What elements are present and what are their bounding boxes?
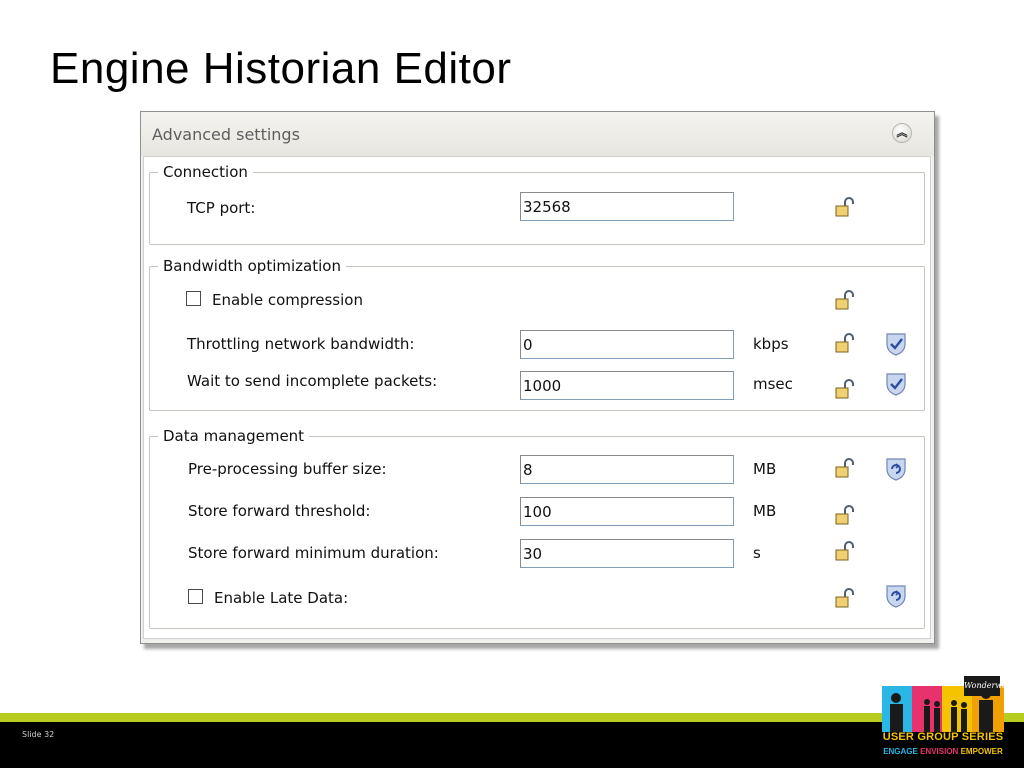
logo-empower: EMPOWER bbox=[960, 747, 1003, 756]
logo-envision: ENVISION bbox=[920, 747, 959, 756]
wait-input[interactable]: 1000 bbox=[520, 371, 734, 400]
preproc-buffer-label: Pre-processing buffer size: bbox=[188, 460, 387, 478]
footer-bar bbox=[0, 722, 1024, 768]
sf-min-duration-unit: s bbox=[753, 544, 761, 562]
slide-number: Slide 32 bbox=[22, 730, 55, 739]
tcp-port-label: TCP port: bbox=[187, 199, 256, 217]
wonderware-logo-script: Wonderware bbox=[964, 676, 1016, 696]
settings-body: Connection TCP port: 32568 Bandwidth opt… bbox=[143, 156, 931, 639]
preproc-buffer-unit: MB bbox=[753, 460, 777, 478]
shield-refresh-icon[interactable] bbox=[884, 583, 908, 609]
throttling-label: Throttling network bandwidth: bbox=[187, 335, 415, 353]
sf-threshold-input[interactable]: 100 bbox=[520, 497, 734, 526]
unlock-icon[interactable] bbox=[834, 379, 858, 401]
connection-legend: Connection bbox=[163, 163, 248, 181]
logo-title: USER GROUP SERIES bbox=[882, 731, 1004, 743]
advanced-settings-panel: Advanced settings ︽ Connection TCP port:… bbox=[140, 111, 935, 644]
unlock-icon[interactable] bbox=[834, 290, 858, 312]
logo-tagline: ENGAGE ENVISION EMPOWER bbox=[882, 747, 1004, 759]
sf-min-duration-input[interactable]: 30 bbox=[520, 539, 734, 568]
preproc-buffer-input[interactable]: 8 bbox=[520, 455, 734, 484]
enable-late-data-label: Enable Late Data: bbox=[214, 589, 349, 607]
shield-refresh-icon[interactable] bbox=[884, 456, 908, 482]
enable-compression-checkbox[interactable] bbox=[186, 291, 201, 306]
unlock-icon[interactable] bbox=[834, 541, 858, 563]
tcp-port-input[interactable]: 32568 bbox=[520, 192, 734, 221]
footer-accent-line bbox=[0, 713, 1024, 722]
shield-check-icon[interactable] bbox=[884, 331, 908, 357]
wait-unit: msec bbox=[753, 375, 793, 393]
panel-header[interactable]: Advanced settings ︽ bbox=[141, 112, 934, 156]
unlock-icon[interactable] bbox=[834, 458, 858, 480]
slide-title: Engine Historian Editor bbox=[50, 44, 512, 93]
sf-threshold-unit: MB bbox=[753, 502, 777, 520]
unlock-icon[interactable] bbox=[834, 505, 858, 527]
logo-engage: ENGAGE bbox=[883, 747, 918, 756]
sf-min-duration-label: Store forward minimum duration: bbox=[188, 544, 439, 562]
enable-late-data-checkbox[interactable] bbox=[188, 589, 203, 604]
sf-threshold-label: Store forward threshold: bbox=[188, 502, 371, 520]
wait-label: Wait to send incomplete packets: bbox=[187, 372, 438, 390]
enable-compression-label: Enable compression bbox=[212, 291, 363, 309]
data-management-legend: Data management bbox=[163, 427, 305, 445]
shield-check-icon[interactable] bbox=[884, 371, 908, 397]
throttling-unit: kbps bbox=[753, 335, 789, 353]
throttling-input[interactable]: 0 bbox=[520, 330, 734, 359]
unlock-icon[interactable] bbox=[834, 197, 858, 219]
unlock-icon[interactable] bbox=[834, 333, 858, 355]
chevron-double-up-icon[interactable]: ︽ bbox=[892, 123, 912, 143]
unlock-icon[interactable] bbox=[834, 588, 858, 610]
panel-header-label: Advanced settings bbox=[152, 125, 300, 144]
bandwidth-legend: Bandwidth optimization bbox=[163, 257, 341, 275]
